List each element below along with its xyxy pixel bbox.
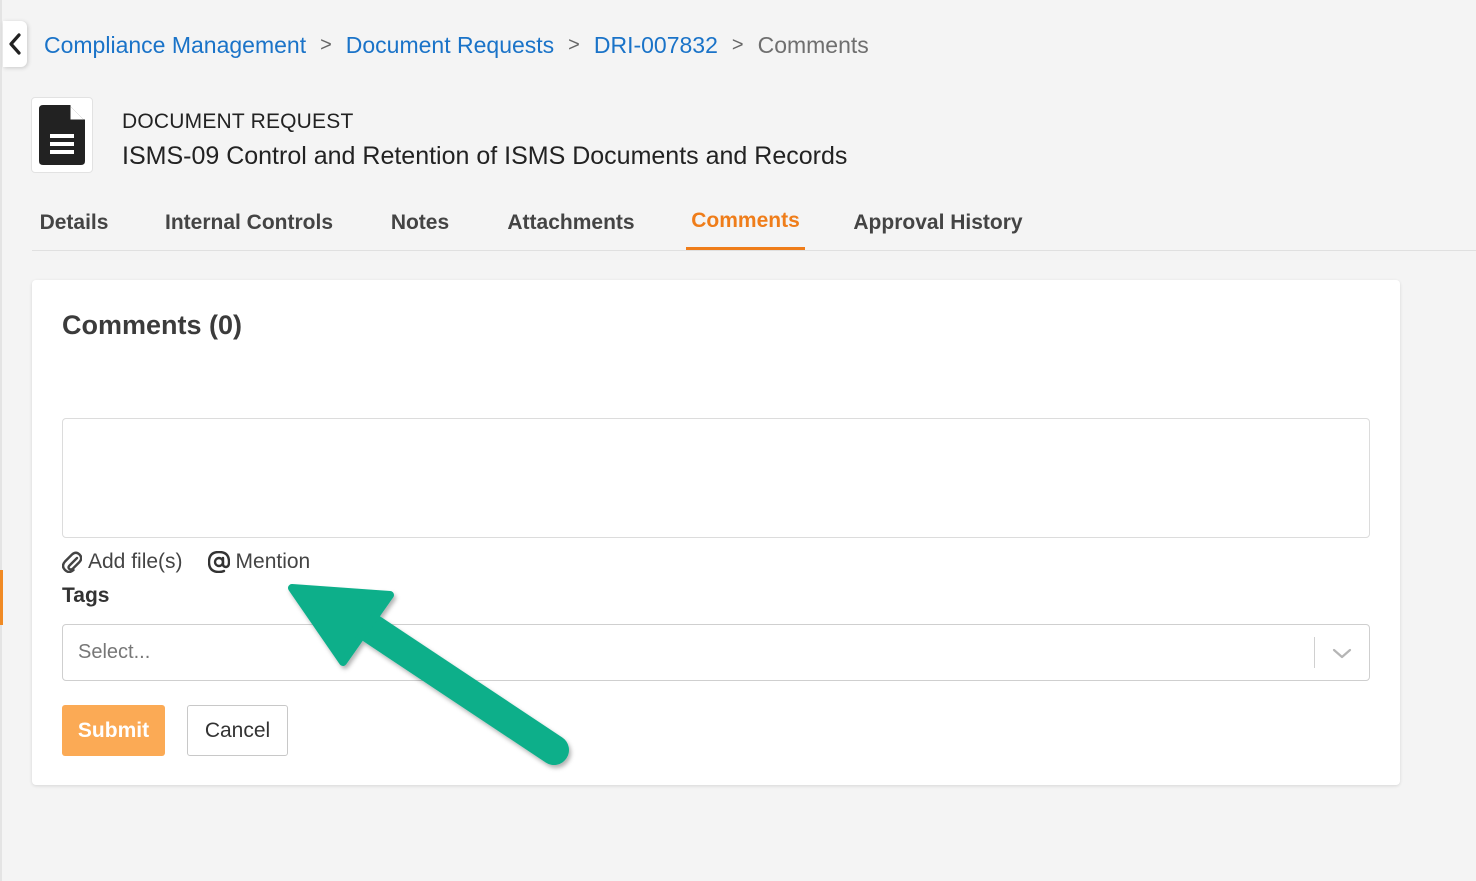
tags-select[interactable]: Select... — [62, 624, 1370, 681]
tab-notes[interactable]: Notes — [378, 195, 462, 250]
comments-title: Comments (0) — [62, 310, 243, 340]
page-title: ISMS-09 Control and Retention of ISMS Do… — [122, 142, 848, 170]
tags-select-placeholder: Select... — [78, 641, 151, 663]
document-icon-container — [31, 97, 93, 173]
comment-actions: Add file(s) Mention — [62, 548, 335, 576]
mention-button[interactable]: Mention — [207, 550, 311, 574]
breadcrumb-document-requests[interactable]: Document Requests — [346, 32, 554, 59]
tags-label: Tags — [62, 584, 110, 607]
chevron-down-icon[interactable] — [1331, 643, 1353, 663]
back-button[interactable] — [3, 21, 27, 67]
breadcrumb: Compliance Management > Document Request… — [44, 30, 869, 60]
chevron-left-icon — [9, 33, 21, 55]
breadcrumb-separator: > — [320, 33, 332, 56]
paperclip-icon — [62, 551, 82, 573]
tab-attachments[interactable]: Attachments — [498, 195, 644, 250]
comment-input[interactable] — [62, 418, 1370, 538]
tab-comments[interactable]: Comments — [686, 195, 805, 250]
breadcrumb-current: Comments — [757, 31, 869, 58]
breadcrumb-request-id[interactable]: DRI-007832 — [594, 32, 718, 59]
rail-accent — [0, 570, 3, 625]
breadcrumb-separator: > — [568, 33, 580, 56]
at-sign-icon — [207, 551, 230, 573]
tab-bar: Details Internal Controls Notes Attachme… — [32, 195, 1476, 251]
comments-card: Comments (0) Add file(s) Mention Tags Se… — [32, 280, 1400, 785]
tab-approval-history[interactable]: Approval History — [846, 195, 1030, 250]
select-divider — [1314, 637, 1315, 668]
add-files-button[interactable]: Add file(s) — [62, 550, 183, 574]
breadcrumb-compliance-management[interactable]: Compliance Management — [44, 32, 306, 59]
tab-details[interactable]: Details — [32, 195, 116, 250]
document-icon — [39, 105, 85, 165]
submit-button[interactable]: Submit — [62, 705, 165, 756]
add-files-label: Add file(s) — [88, 550, 183, 573]
cancel-button[interactable]: Cancel — [187, 705, 288, 756]
breadcrumb-separator: > — [731, 33, 744, 56]
document-type-label: DOCUMENT REQUEST — [122, 110, 354, 133]
tab-internal-controls[interactable]: Internal Controls — [156, 195, 342, 250]
mention-label: Mention — [235, 550, 311, 573]
left-rail — [0, 0, 2, 881]
